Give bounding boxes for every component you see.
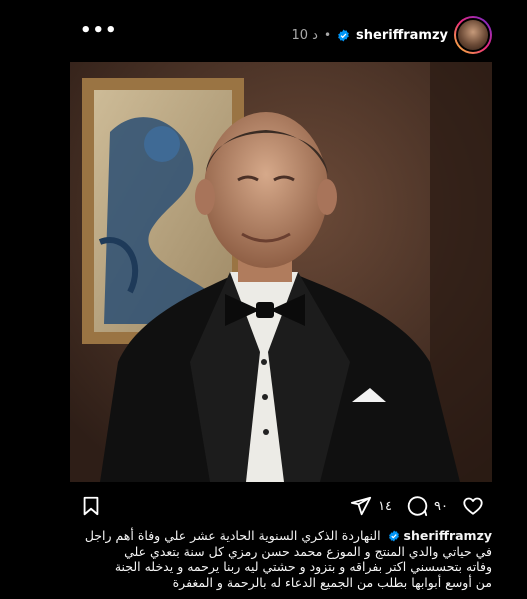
- post-time: 10 د: [291, 27, 318, 43]
- comment-icon[interactable]: [406, 495, 428, 517]
- caption-text-line: النهاردة الذكري السنوية الحادية عشر علي …: [84, 528, 381, 543]
- post-actions: ١٤ ٩٠: [70, 494, 492, 518]
- bookmark-icon[interactable]: [80, 494, 102, 518]
- caption-username[interactable]: sherifframzy: [404, 528, 492, 543]
- post-photo[interactable]: [70, 62, 492, 482]
- post-header: ••• 10 د • sherifframzy: [70, 16, 492, 56]
- caption-line-1: sherifframzy النهاردة الذكري السنوية الح…: [70, 528, 492, 544]
- caption-text-line: في حياتي والدي المنتج و الموزع محمد حسن …: [124, 543, 492, 559]
- engagement-actions: ١٤ ٩٠: [350, 494, 484, 518]
- post-author: 10 د • sherifframzy: [291, 16, 492, 54]
- comment-count: ١٤: [378, 498, 393, 514]
- verified-badge-icon: [338, 29, 349, 41]
- more-options-icon[interactable]: •••: [80, 22, 117, 46]
- heart-icon[interactable]: [462, 495, 484, 517]
- separator-dot: •: [323, 28, 332, 42]
- caption-text-line: من أوسع أبوابها بطلب من الجميع الدعاء له…: [172, 574, 492, 590]
- verified-badge-icon: [388, 530, 399, 542]
- portrait-photo: [70, 62, 492, 482]
- caption-text-line: وفاته بتحسسني اكتر بفراقه و بتزود و حشتي…: [114, 559, 492, 574]
- like-count: ٩٠: [434, 498, 448, 514]
- share-icon[interactable]: [350, 495, 372, 517]
- author-avatar[interactable]: [454, 16, 492, 54]
- avatar-image: [456, 18, 490, 52]
- author-username[interactable]: sherifframzy: [356, 28, 448, 43]
- post-caption: sherifframzy النهاردة الذكري السنوية الح…: [70, 528, 492, 590]
